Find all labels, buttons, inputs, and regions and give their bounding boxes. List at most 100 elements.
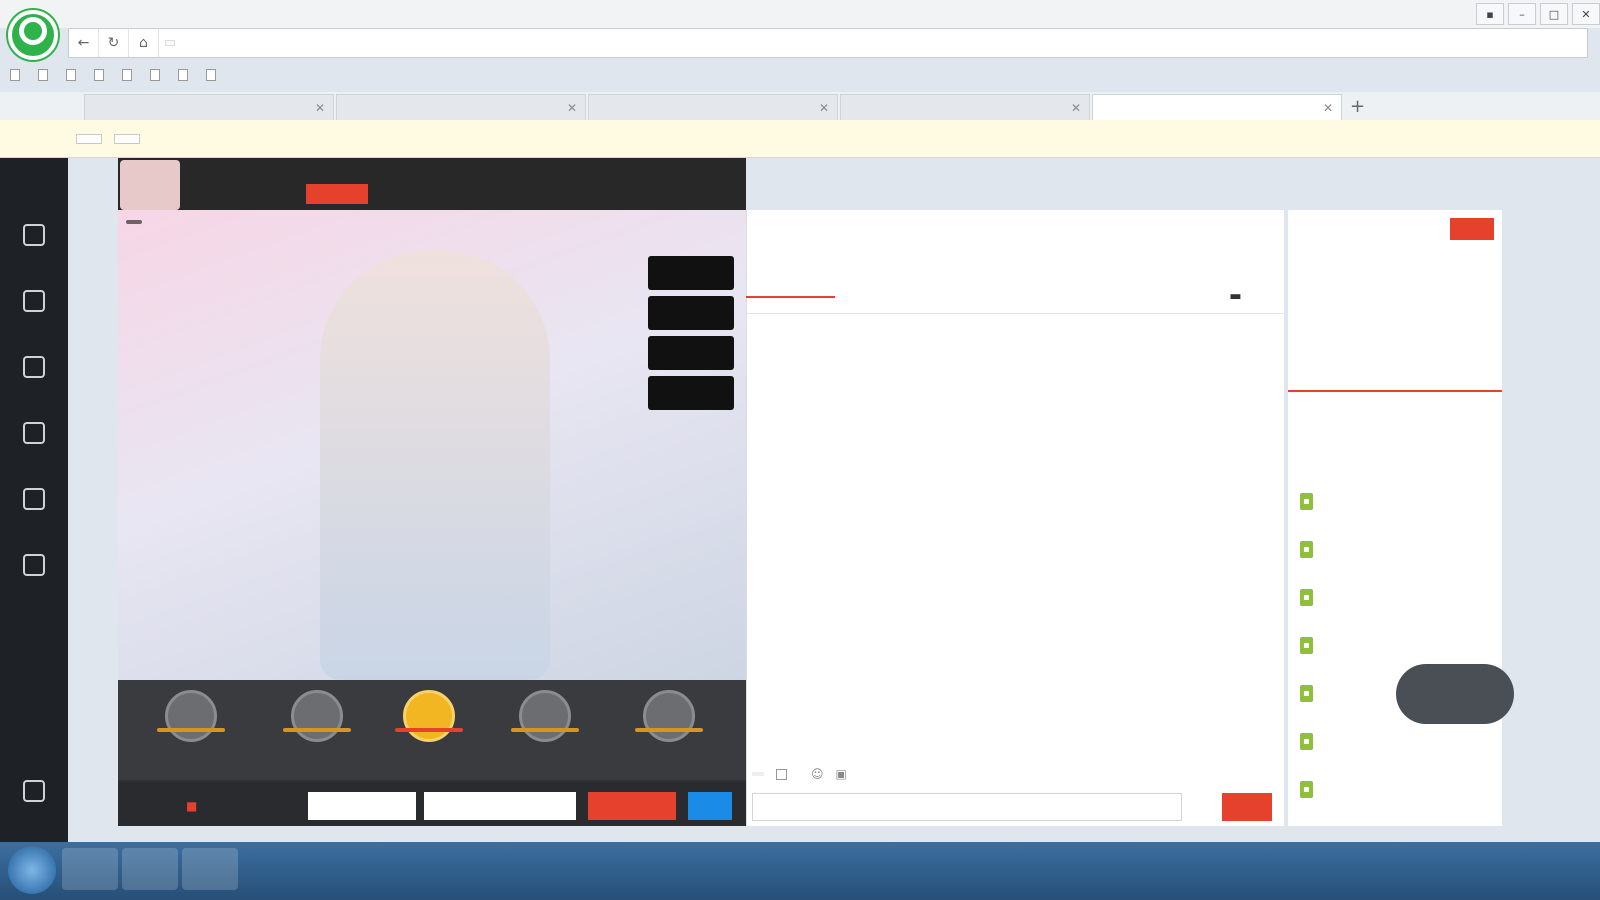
seat-avatar — [643, 690, 695, 742]
audience-item[interactable]: ▪ — [1300, 588, 1317, 606]
crown-icon — [23, 356, 45, 378]
page-icon — [150, 69, 160, 81]
browser-tab[interactable]: ✕ — [336, 94, 586, 120]
phone-icon — [23, 780, 45, 802]
page-icon — [178, 69, 188, 81]
network-speed-widget[interactable] — [1396, 664, 1514, 724]
taskbar-browser-icon[interactable] — [62, 848, 118, 890]
default-browser-infobar — [0, 120, 1600, 158]
minimize-icon[interactable]: – — [1508, 3, 1536, 25]
sidebar-item[interactable] — [0, 214, 68, 278]
bookmark-item[interactable] — [206, 69, 220, 81]
new-tab-icon[interactable]: + — [1350, 96, 1365, 117]
audience-tabs — [1288, 390, 1502, 434]
sidebar-item[interactable] — [0, 770, 68, 834]
send-message-button[interactable] — [1222, 793, 1272, 821]
skin-icon[interactable]: ▪ — [1476, 3, 1504, 25]
chat-input[interactable] — [752, 793, 1182, 821]
recipient-field[interactable] — [424, 792, 576, 820]
follow-button[interactable] — [306, 184, 368, 204]
audience-item[interactable]: ▪ — [1300, 684, 1317, 702]
site-logo[interactable] — [0, 158, 68, 202]
stage-button[interactable] — [648, 336, 734, 370]
audience-item[interactable]: ▪ — [1300, 492, 1317, 510]
chat-tab[interactable] — [746, 295, 835, 298]
tab-close-icon[interactable]: ✕ — [567, 101, 577, 115]
seat-slot[interactable] — [502, 690, 588, 770]
site-badge[interactable] — [165, 40, 175, 46]
stage-button[interactable] — [648, 256, 734, 290]
host-info-bar — [118, 158, 746, 210]
browser-tab[interactable]: ✕ — [84, 94, 334, 120]
level-badge-icon: ▪ — [1300, 685, 1313, 702]
level-badge-icon: ▪ — [1300, 637, 1313, 654]
audience-item[interactable]: ▪ — [1300, 540, 1317, 558]
car-icon[interactable]: ▬ — [1191, 280, 1280, 314]
refresh-icon[interactable]: ↻ — [99, 29, 129, 57]
browser-tab[interactable]: ✕ — [588, 94, 838, 120]
tab-close-icon[interactable]: ✕ — [1071, 101, 1081, 115]
start-button-icon[interactable] — [8, 846, 56, 894]
ranking-row[interactable] — [806, 248, 1090, 270]
audience-item[interactable]: ▪ — [1300, 732, 1317, 750]
image-icon[interactable]: ▣ — [836, 767, 847, 781]
bookmark-item[interactable] — [38, 69, 52, 81]
tab-close-icon[interactable]: ✕ — [819, 101, 829, 115]
home-icon[interactable]: ⌂ — [129, 29, 159, 57]
tab-close-icon[interactable]: ✕ — [1323, 101, 1333, 115]
level-badge-icon: ▪ — [1300, 493, 1313, 510]
sidebar-item[interactable] — [0, 346, 68, 410]
seat-slot[interactable] — [148, 690, 234, 770]
sidebar-item[interactable] — [0, 280, 68, 344]
bookmark-item[interactable] — [66, 69, 80, 81]
bookmark-item[interactable] — [178, 69, 192, 81]
tab-close-icon[interactable]: ✕ — [315, 101, 325, 115]
open-guard-button[interactable] — [1450, 218, 1494, 240]
audience-item[interactable]: ▪ — [1300, 636, 1317, 654]
bookmark-item[interactable] — [122, 69, 136, 81]
infobar-close-button[interactable] — [114, 133, 140, 144]
recharge-button[interactable] — [688, 792, 732, 820]
streamer-figure — [320, 250, 550, 680]
level-badge-icon: ▪ — [1300, 589, 1313, 606]
bookmark-item[interactable] — [150, 69, 164, 81]
tv-icon — [23, 224, 45, 246]
page-icon — [66, 69, 76, 81]
page-icon — [94, 69, 104, 81]
level-badge-icon: ▪ — [1300, 733, 1313, 750]
close-icon[interactable]: ✕ — [1572, 3, 1600, 25]
trophy-icon — [23, 488, 45, 510]
danmaku-toggle[interactable] — [648, 376, 734, 410]
address-bar: ← ↻ ⌂ — [68, 28, 1588, 58]
back-icon[interactable]: ← — [69, 29, 99, 57]
stage-button[interactable] — [648, 296, 734, 330]
seat-slot[interactable] — [626, 690, 712, 770]
whisper-checkbox[interactable] — [776, 768, 787, 780]
taskbar-app-icon[interactable] — [182, 848, 238, 890]
target-user[interactable] — [752, 772, 764, 776]
emoji-icon[interactable]: ☺ — [811, 767, 824, 781]
chat-input-row — [752, 792, 1278, 822]
maximize-icon[interactable]: □ — [1540, 3, 1568, 25]
audience-item[interactable]: ▪ — [1300, 780, 1317, 798]
quantity-field[interactable] — [308, 792, 416, 820]
gift-box-button[interactable]: ■ — [178, 792, 211, 820]
seat-slot[interactable] — [274, 690, 360, 770]
send-gift-button[interactable] — [588, 792, 676, 820]
taskbar-app-icon[interactable] — [122, 848, 178, 890]
bookmark-item[interactable] — [94, 69, 108, 81]
set-default-button[interactable] — [76, 133, 102, 144]
sidebar-item[interactable] — [0, 412, 68, 476]
sidebar-item[interactable] — [0, 544, 68, 608]
bookmark-item[interactable] — [10, 69, 24, 81]
headline-badge — [403, 690, 455, 742]
browser-tab-active[interactable]: ✕ — [1092, 94, 1342, 120]
page-icon — [206, 69, 216, 81]
ranking-row[interactable] — [806, 218, 1090, 240]
star-icon — [23, 422, 45, 444]
sidebar-item[interactable] — [0, 478, 68, 542]
page-icon — [122, 69, 132, 81]
host-avatar[interactable] — [120, 160, 180, 210]
headline-slot[interactable] — [386, 690, 472, 770]
browser-tab[interactable]: ✕ — [840, 94, 1090, 120]
